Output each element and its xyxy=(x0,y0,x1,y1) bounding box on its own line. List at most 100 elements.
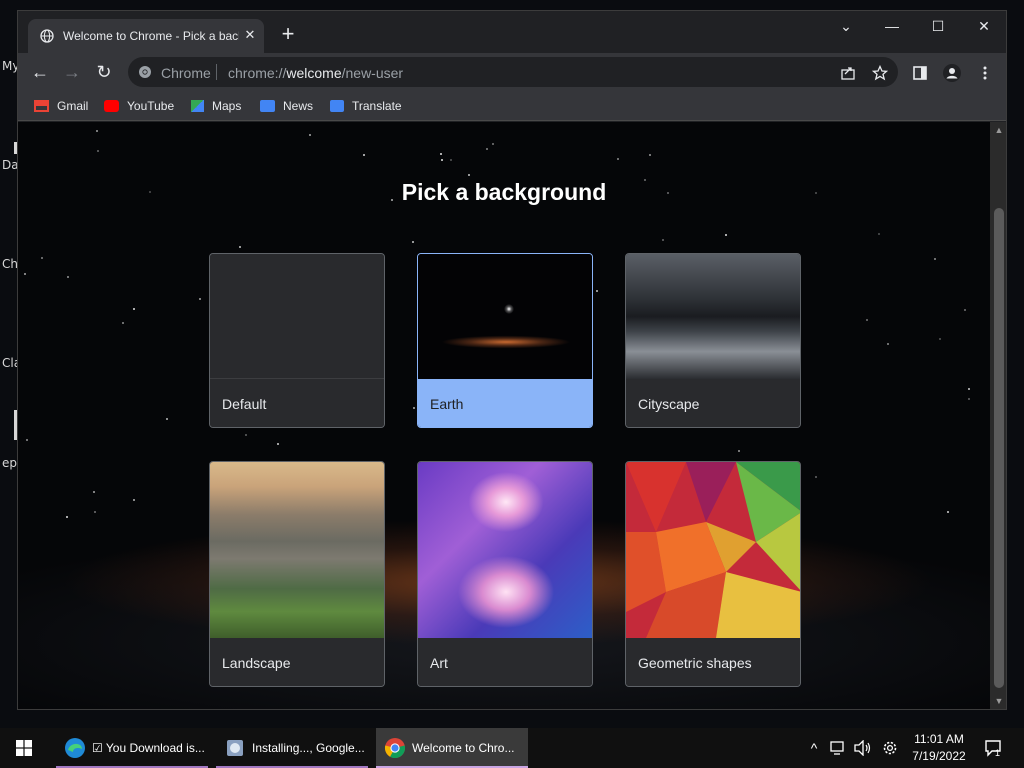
bookmark-gmail[interactable]: Gmail xyxy=(34,97,88,115)
star xyxy=(363,154,365,156)
tab-welcome[interactable]: Welcome to Chrome - Pick a background ✕ xyxy=(28,19,264,53)
new-tab-button[interactable]: + xyxy=(276,23,300,47)
star xyxy=(133,499,135,501)
installer-icon xyxy=(227,740,243,756)
star xyxy=(486,148,488,150)
tab-search-icon[interactable]: ⌄ xyxy=(823,11,869,41)
translate-icon xyxy=(330,100,344,112)
bookmark-maps[interactable]: Maps xyxy=(191,97,241,115)
background-option-earth[interactable]: Earth xyxy=(417,253,593,428)
page-content: Pick a background Default Earth Cityscap… xyxy=(18,122,990,709)
side-panel-icon[interactable] xyxy=(912,65,928,81)
star xyxy=(199,298,201,300)
bookmark-youtube[interactable]: YouTube xyxy=(104,97,174,115)
scrollbar-thumb[interactable] xyxy=(994,208,1004,688)
bookmarks-bar: Gmail YouTube Maps News Translate xyxy=(18,91,1006,121)
background-label: Landscape xyxy=(210,638,384,686)
star xyxy=(41,257,43,259)
star xyxy=(96,130,98,132)
chrome-window: Welcome to Chrome - Pick a background ✕ … xyxy=(17,10,1007,710)
star xyxy=(947,511,949,513)
start-windows-icon[interactable] xyxy=(16,740,32,756)
maps-icon xyxy=(191,100,204,112)
youtube-icon xyxy=(104,100,119,112)
star xyxy=(596,290,598,292)
bookmark-label: Maps xyxy=(212,99,242,113)
star xyxy=(662,239,664,241)
profile-avatar-icon[interactable] xyxy=(943,64,961,82)
site-chip: Chrome xyxy=(161,65,211,81)
address-bar[interactable]: Chrome chrome://welcome/new-user xyxy=(128,57,898,87)
close-tab-icon[interactable]: ✕ xyxy=(242,27,258,43)
background-option-landscape[interactable]: Landscape xyxy=(209,461,385,687)
desktop-icon-label[interactable]: Ch xyxy=(2,257,18,271)
geometric-shapes-thumbnail xyxy=(626,462,800,638)
star xyxy=(239,246,241,248)
earth-thumbnail xyxy=(418,254,592,379)
page-scrollbar[interactable]: ▲ ▼ xyxy=(990,122,1006,709)
desktop-icon-label[interactable]: ep xyxy=(2,456,17,470)
star xyxy=(939,338,941,340)
taskbar-item-installer[interactable]: Installing..., Google... xyxy=(216,728,368,768)
clock-time: 11:01 AM xyxy=(914,732,964,746)
cityscape-thumbnail xyxy=(626,254,800,379)
star xyxy=(66,516,68,518)
star xyxy=(878,233,880,235)
more-menu-icon[interactable] xyxy=(977,65,993,81)
background-option-default[interactable]: Default xyxy=(209,253,385,428)
scroll-down-icon[interactable]: ▼ xyxy=(994,696,1004,706)
maximize-button[interactable]: ☐ xyxy=(915,11,961,41)
bookmark-star-icon[interactable] xyxy=(872,65,888,81)
star xyxy=(968,388,970,390)
scroll-up-icon[interactable]: ▲ xyxy=(994,125,1004,135)
star xyxy=(887,343,889,345)
share-icon[interactable] xyxy=(840,65,856,81)
minimize-button[interactable]: — xyxy=(869,11,915,41)
taskbar-label: ☑ You Download is... xyxy=(92,741,205,755)
star xyxy=(67,276,69,278)
chrome-icon xyxy=(384,738,406,759)
bookmark-label: News xyxy=(283,99,314,113)
taskbar-item-chrome[interactable]: Welcome to Chro... xyxy=(376,728,528,768)
divider xyxy=(216,64,217,80)
star xyxy=(26,439,28,441)
star xyxy=(133,308,135,310)
bookmark-label: Translate xyxy=(352,99,402,113)
background-label: Cityscape xyxy=(626,379,800,427)
gmail-icon xyxy=(34,100,49,112)
reload-button[interactable]: ↻ xyxy=(92,60,116,84)
bookmark-translate[interactable]: Translate xyxy=(330,97,402,115)
system-clock[interactable]: 11:01 AM 7/19/2022 xyxy=(904,731,974,765)
settings-gear-icon[interactable] xyxy=(881,739,899,757)
star xyxy=(649,154,651,156)
background-option-art[interactable]: Art xyxy=(417,461,593,687)
background-option-geometric-shapes[interactable]: Geometric shapes xyxy=(625,461,801,687)
forward-button[interactable]: → xyxy=(60,60,84,84)
star xyxy=(617,158,619,160)
star xyxy=(866,319,868,321)
tray-chevron-icon[interactable]: ^ xyxy=(806,728,822,768)
toolbar: ← → ↻ Chrome chrome://welcome/new-user xyxy=(18,53,1006,91)
chrome-logo-icon xyxy=(139,66,151,78)
back-button[interactable]: ← xyxy=(28,60,52,84)
tab-strip: Welcome to Chrome - Pick a background ✕ … xyxy=(18,11,1006,53)
bookmark-news[interactable]: News xyxy=(260,97,313,115)
globe-icon xyxy=(40,29,54,43)
star xyxy=(413,407,415,409)
star xyxy=(245,434,247,436)
bookmark-label: Gmail xyxy=(57,99,89,113)
star xyxy=(440,153,442,155)
network-icon[interactable] xyxy=(830,740,848,756)
background-label: Geometric shapes xyxy=(626,638,800,686)
taskbar-item-edge[interactable]: ☑ You Download is... xyxy=(56,728,208,768)
url-text[interactable]: chrome://welcome/new-user xyxy=(228,65,403,81)
star xyxy=(93,491,95,493)
star xyxy=(122,322,124,324)
background-option-cityscape[interactable]: Cityscape xyxy=(625,253,801,428)
page-title: Pick a background xyxy=(401,179,607,205)
edge-icon xyxy=(65,738,85,758)
star xyxy=(94,511,96,513)
url-host: welcome xyxy=(286,65,342,81)
close-window-button[interactable]: ✕ xyxy=(961,11,1006,41)
volume-icon[interactable] xyxy=(854,740,872,756)
